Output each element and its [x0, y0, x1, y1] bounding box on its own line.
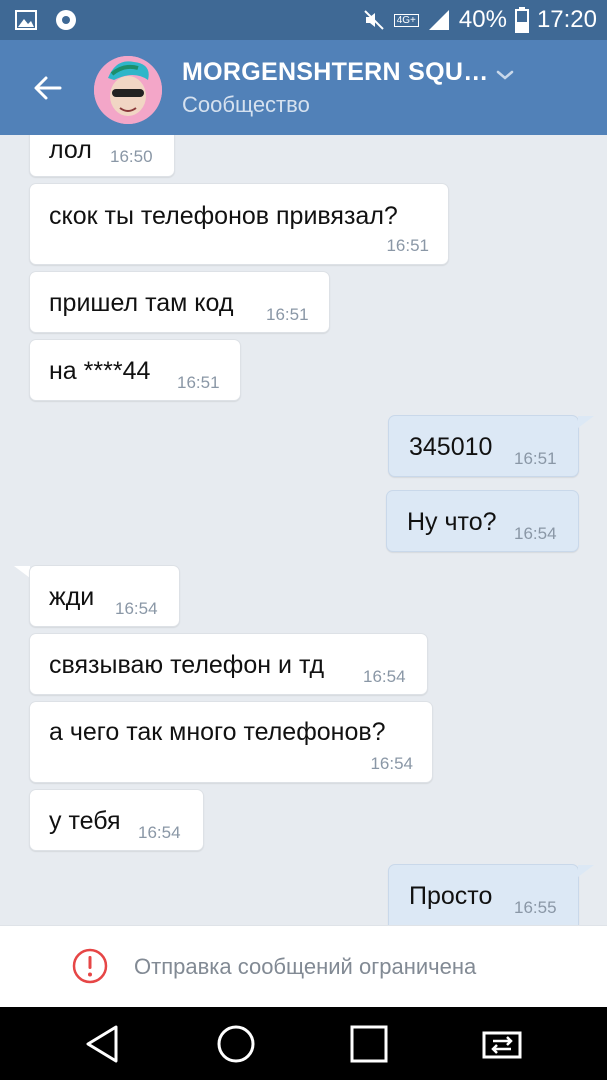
messaging-restricted-banner: Отправка сообщений ограничена — [0, 925, 607, 1008]
battery-percent: 40% — [458, 6, 507, 33]
mute-icon — [363, 10, 384, 30]
message-time: 16:55 — [514, 898, 557, 917]
home-circle-icon[interactable] — [213, 1021, 259, 1067]
message-incoming[interactable]: а чего так много телефонов? 16:54 — [29, 701, 433, 783]
message-list[interactable]: лол 16:50 скок ты телефонов привязал? 16… — [0, 135, 607, 925]
message-text: жди — [49, 583, 95, 611]
system-nav-bar — [0, 1007, 607, 1080]
back-triangle-icon[interactable] — [80, 1021, 126, 1067]
message-time: 16:50 — [110, 147, 153, 166]
avatar-image — [94, 56, 162, 124]
message-text: у тебя — [49, 807, 121, 835]
message-text: Ну что? — [407, 508, 497, 536]
network-type-label: 4G+ — [393, 13, 419, 27]
message-time: 16:51 — [514, 449, 557, 468]
bubble-tail — [578, 865, 594, 877]
message-text: а чего так много телефонов? — [49, 718, 386, 746]
status-bar: 4G+ 40% 17:20 — [0, 0, 607, 40]
message-incoming[interactable]: жди 16:54 — [29, 565, 180, 627]
message-time: 16:51 — [177, 373, 220, 392]
message-text: Просто — [409, 882, 493, 910]
message-time: 16:51 — [386, 236, 429, 255]
message-time: 16:51 — [266, 305, 309, 324]
clock: 17:20 — [536, 6, 597, 33]
message-time: 16:54 — [138, 823, 181, 842]
message-incoming[interactable]: скок ты телефонов привязал? 16:51 — [29, 183, 449, 265]
message-text: скок ты телефонов привязал? — [49, 202, 398, 230]
message-time: 16:54 — [363, 667, 406, 686]
message-time: 16:54 — [514, 524, 557, 543]
chat-subtitle: Сообщество — [182, 92, 310, 117]
message-text: связываю телефон и тд — [49, 651, 325, 679]
alert-circle-icon — [72, 948, 108, 984]
message-outgoing[interactable]: Ну что? 16:54 — [386, 490, 579, 552]
message-text: 345010 — [409, 433, 493, 461]
chrome-icon — [56, 10, 76, 30]
message-incoming[interactable]: у тебя 16:54 — [29, 789, 204, 851]
message-time: 16:54 — [370, 754, 413, 773]
switch-app-icon[interactable] — [479, 1021, 525, 1067]
gallery-icon — [15, 10, 37, 30]
chat-header: MORGENSHTERN SQU… Сообщество — [0, 40, 607, 135]
message-time: 16:54 — [115, 599, 158, 618]
restriction-text: Отправка сообщений ограничена — [134, 954, 477, 979]
message-text: лол — [49, 136, 92, 164]
message-outgoing[interactable]: 345010 16:51 — [388, 415, 579, 477]
bubble-tail — [578, 416, 594, 428]
message-incoming[interactable]: на ****44 16:51 — [29, 339, 241, 401]
signal-icon — [428, 10, 449, 30]
back-arrow-icon[interactable] — [28, 68, 68, 108]
message-text: пришел там код — [49, 289, 234, 317]
battery-icon — [514, 7, 529, 33]
avatar[interactable] — [94, 56, 162, 124]
message-incoming[interactable]: связываю телефон и тд 16:54 — [29, 633, 428, 695]
chevron-down-icon[interactable] — [494, 64, 516, 86]
message-outgoing[interactable]: Просто 16:55 — [388, 864, 579, 925]
message-text: на ****44 — [49, 357, 151, 385]
bubble-tail — [14, 566, 30, 578]
message-incoming[interactable]: пришел там код 16:51 — [29, 271, 330, 333]
chat-title[interactable]: MORGENSHTERN SQU… — [182, 58, 489, 87]
recents-square-icon[interactable] — [346, 1021, 392, 1067]
message-incoming[interactable]: лол 16:50 — [29, 135, 175, 177]
